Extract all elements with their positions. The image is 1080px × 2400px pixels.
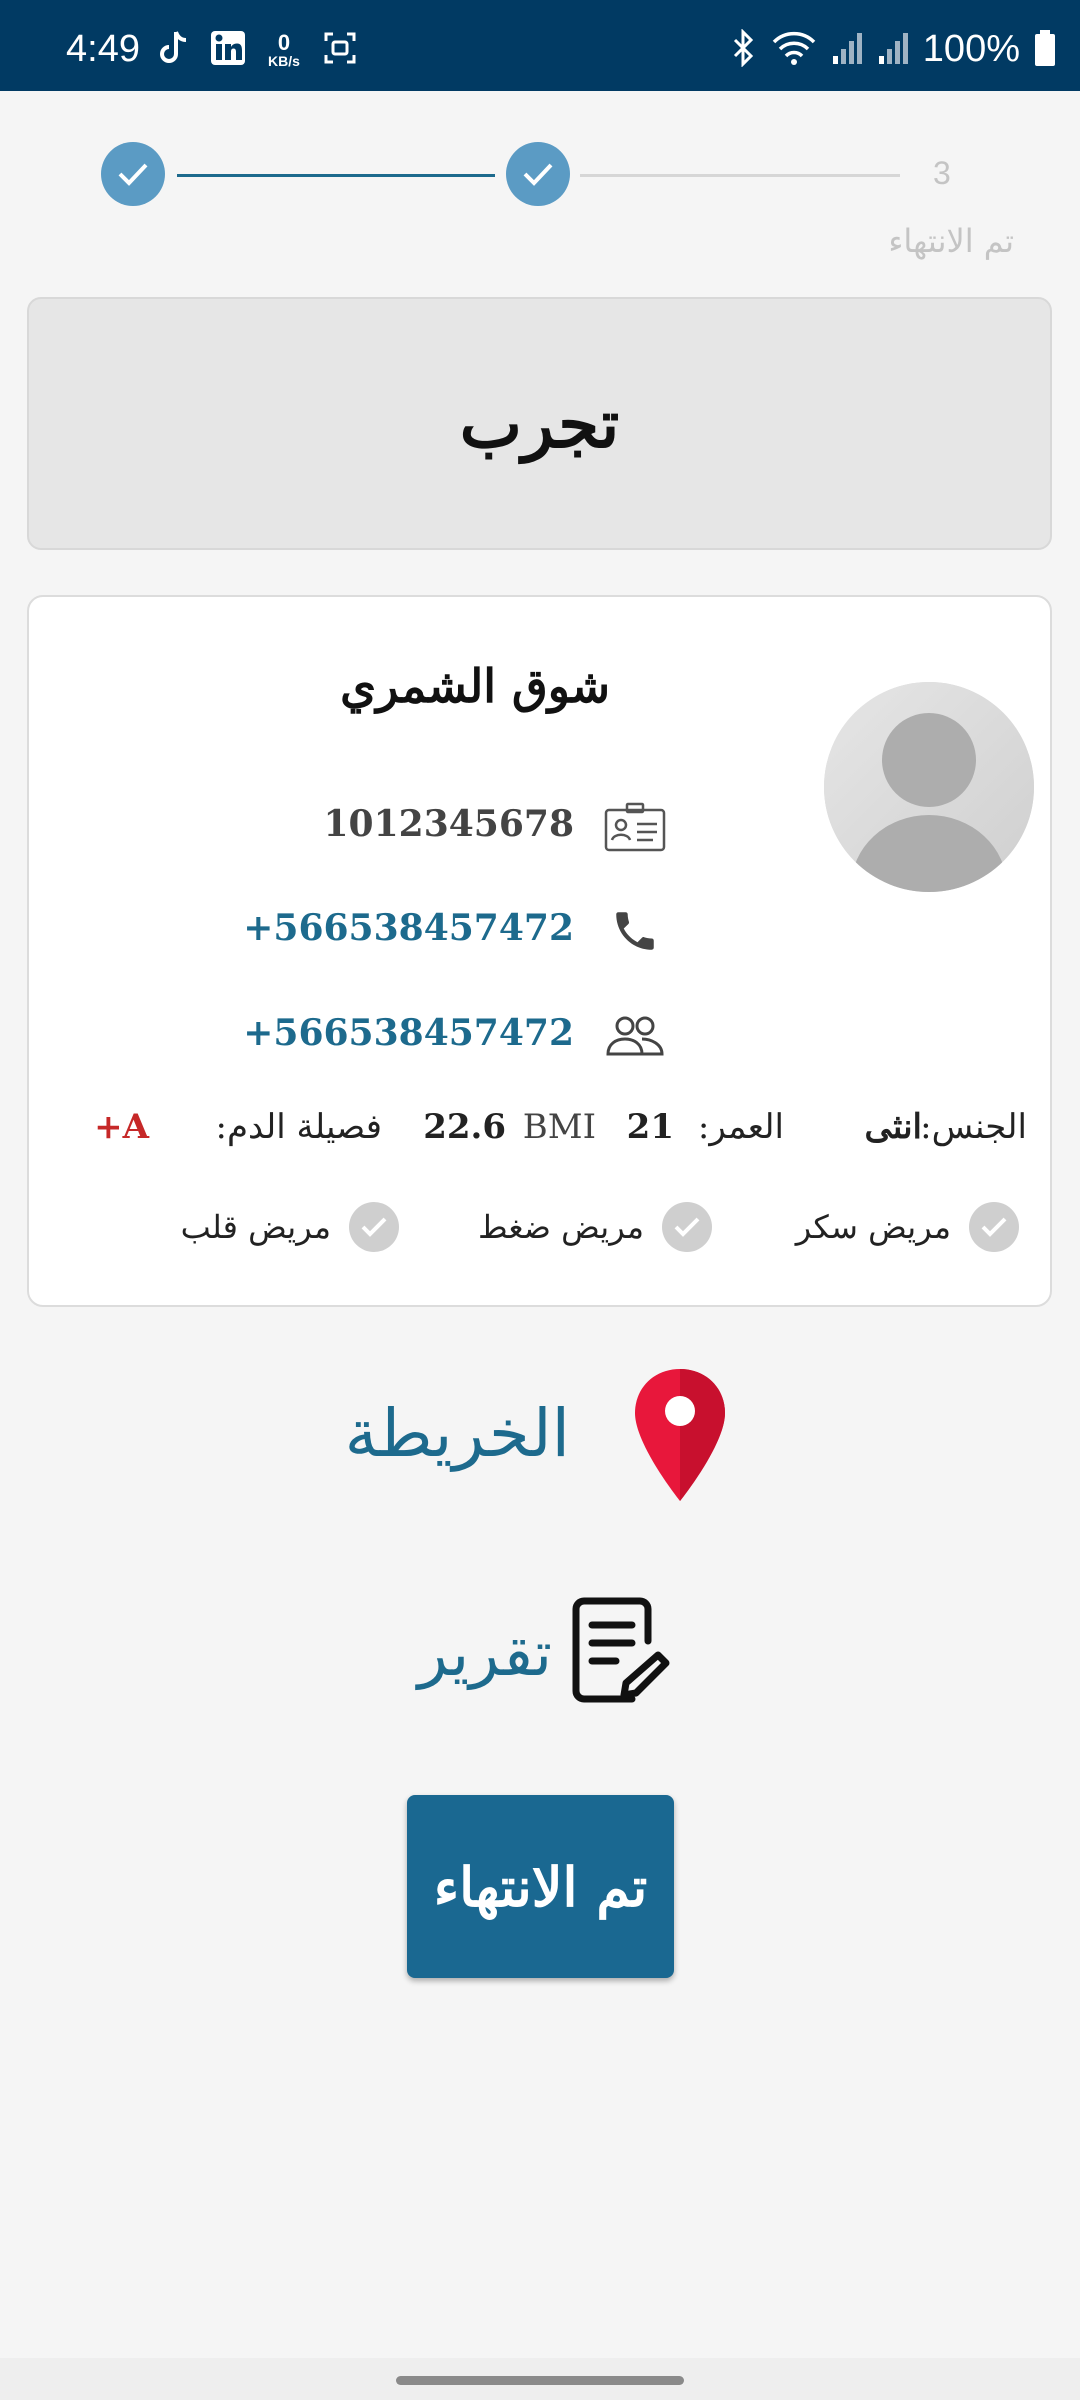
check-icon [118,163,148,186]
patient-profile-card: شوق الشمري 1012345678 +566538457472 +566… [27,595,1052,1307]
finish-button[interactable]: تم الانتهاء [407,1795,674,1978]
family-icon [604,1008,666,1064]
progress-stepper: 3 تم الانتهاء [0,120,1080,280]
condition-diabetes[interactable]: مريض سكر [796,1202,1019,1252]
gender-label: الجنس: [920,1107,1027,1147]
age-label: العمر: [697,1107,784,1147]
report-edit-icon [570,1595,670,1707]
condition-label: مريض سكر [795,1208,951,1246]
family-phone-number[interactable]: +566538457472 [243,1012,574,1054]
id-card-icon [604,799,666,855]
check-icon[interactable] [969,1202,1019,1252]
step-3-number[interactable]: 3 [933,155,951,192]
phone-number[interactable]: +566538457472 [243,907,574,949]
map-label: الخريطة [344,1395,570,1472]
screenshot-icon [322,30,358,70]
id-row: 1012345678 [29,793,1054,863]
conditions-list: مريض سكر مريض ضغط مريض قلب [29,1202,1054,1262]
title-card: تجرب [27,297,1052,550]
home-gesture-handle[interactable] [396,2376,684,2385]
check-icon[interactable] [349,1202,399,1252]
condition-label: مريض ضغط [477,1208,644,1246]
step-3-label: تم الانتهاء [888,222,1014,260]
age-value: 21 [626,1107,674,1147]
patient-name: شوق الشمري [340,659,610,713]
condition-label: مريض قلب [180,1208,331,1246]
patient-info-line: الجنس: انثى العمر: 21 BMI 22.6 فصيلة الد… [29,1107,1054,1167]
linkedin-icon [210,30,246,70]
condition-heart[interactable]: مريض قلب [181,1202,399,1252]
condition-pressure[interactable]: مريض ضغط [478,1202,712,1252]
signal-icon [831,30,863,70]
tiktok-icon [160,30,188,70]
navigation-bar [0,2358,1080,2400]
step-connector [580,174,900,177]
blood-type-value: A+ [94,1107,149,1147]
location-pin-icon [630,1365,730,1505]
step-2-complete[interactable] [506,142,570,206]
card-title: تجرب [459,384,620,463]
step-1-complete[interactable] [101,142,165,206]
report-button[interactable]: تقرير [410,1595,670,1715]
report-label: تقرير [417,1617,552,1690]
bluetooth-icon [731,27,757,71]
check-icon [523,163,553,186]
gender-value: انثى [864,1107,922,1147]
step-connector [177,174,495,177]
check-icon[interactable] [662,1202,712,1252]
status-time: 4:49 [66,28,140,70]
data-speed-icon: 0 KB/s [268,30,300,69]
wifi-icon [771,29,817,71]
signal-icon [877,30,909,70]
status-bar: 4:49 0 KB/s 100% [0,0,1080,91]
battery-percent: 100% [922,28,1020,70]
map-button[interactable]: الخريطة [345,1365,730,1515]
phone-row[interactable]: +566538457472 [29,897,1054,967]
id-number: 1012345678 [323,803,575,845]
bmi-label: BMI [522,1107,596,1147]
bmi-value: 22.6 [423,1107,506,1147]
family-phone-row[interactable]: +566538457472 [29,1002,1054,1072]
battery-icon [1034,29,1056,71]
blood-type-label: فصيلة الدم: [215,1107,382,1147]
phone-icon[interactable] [604,903,666,959]
